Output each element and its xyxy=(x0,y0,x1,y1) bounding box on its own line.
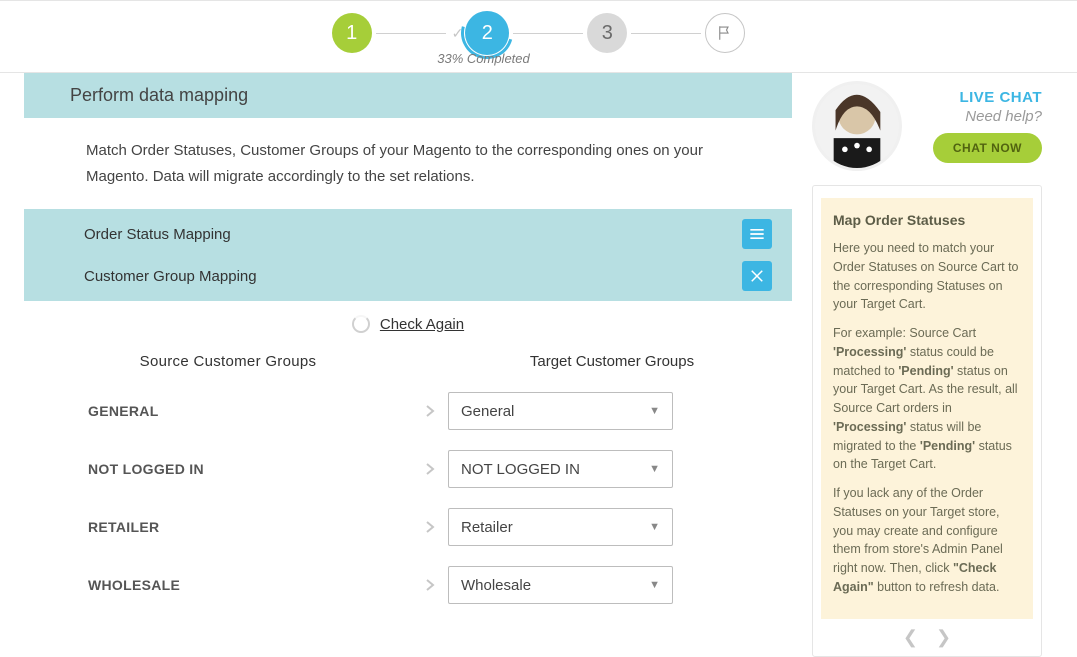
select-value: Wholesale xyxy=(461,577,531,594)
tab-order-status[interactable]: Order Status Mapping xyxy=(84,226,231,243)
chevron-right-icon xyxy=(425,462,435,476)
target-column-header: Target Customer Groups xyxy=(412,353,772,370)
help-paragraph: Here you need to match your Order Status… xyxy=(833,239,1021,314)
refresh-icon xyxy=(352,315,370,333)
progress-label: 33% Completed xyxy=(0,51,1022,66)
step-2-current[interactable]: 2 xyxy=(465,11,509,55)
help-paragraph: If you lack any of the Order Statuses on… xyxy=(833,484,1021,597)
help-paragraph: For example: Source Cart 'Processing' st… xyxy=(833,324,1021,474)
select-value: Retailer xyxy=(461,519,513,536)
source-group-label: WHOLESALE xyxy=(44,577,412,593)
caret-down-icon: ▼ xyxy=(649,521,660,533)
mapping-row: GENERAL General ▼ xyxy=(44,382,772,440)
collapse-button[interactable] xyxy=(742,261,772,291)
expand-button[interactable] xyxy=(742,219,772,249)
live-chat-widget: LIVE CHAT Need help? CHAT NOW xyxy=(812,81,1042,171)
step-1[interactable]: 1 xyxy=(332,13,372,53)
avatar xyxy=(812,81,902,171)
live-chat-subtitle: Need help? xyxy=(912,108,1042,125)
check-again-link[interactable]: Check Again xyxy=(380,316,464,333)
step-3[interactable]: 3 xyxy=(587,13,627,53)
step-connector xyxy=(631,33,701,34)
target-group-select[interactable]: General ▼ xyxy=(448,392,673,430)
source-group-label: GENERAL xyxy=(44,403,412,419)
step-connector xyxy=(513,33,583,34)
chevron-right-icon xyxy=(425,520,435,534)
live-chat-title: LIVE CHAT xyxy=(912,89,1042,106)
tab-customer-group[interactable]: Customer Group Mapping xyxy=(84,268,257,285)
section-description: Match Order Statuses, Customer Groups of… xyxy=(24,118,792,209)
help-next-button[interactable]: ❯ xyxy=(936,627,951,648)
mapping-row: RETAILER Retailer ▼ xyxy=(44,498,772,556)
wizard-stepper: 1 ✓ 2 3 33% Completed xyxy=(0,0,1077,73)
select-value: General xyxy=(461,403,514,420)
source-group-label: NOT LOGGED IN xyxy=(44,461,412,477)
source-column-header: Source Customer Groups xyxy=(44,353,412,370)
menu-icon xyxy=(747,224,767,244)
chevron-right-icon xyxy=(425,578,435,592)
target-group-select[interactable]: NOT LOGGED IN ▼ xyxy=(448,450,673,488)
chat-now-button[interactable]: CHAT NOW xyxy=(933,133,1042,163)
section-title: Perform data mapping xyxy=(24,73,792,118)
mapping-row: WHOLESALE Wholesale ▼ xyxy=(44,556,772,614)
source-group-label: RETAILER xyxy=(44,519,412,535)
caret-down-icon: ▼ xyxy=(649,405,660,417)
help-prev-button[interactable]: ❮ xyxy=(903,627,918,648)
target-group-select[interactable]: Retailer ▼ xyxy=(448,508,673,546)
mapping-row: NOT LOGGED IN NOT LOGGED IN ▼ xyxy=(44,440,772,498)
caret-down-icon: ▼ xyxy=(649,463,660,475)
close-icon xyxy=(748,267,766,285)
step-finish[interactable] xyxy=(705,13,745,53)
help-panel: Map Order Statuses Here you need to matc… xyxy=(812,185,1042,657)
step-connector xyxy=(376,33,446,34)
help-title: Map Order Statuses xyxy=(833,210,1021,231)
chevron-right-icon xyxy=(425,404,435,418)
flag-icon xyxy=(716,24,734,42)
target-group-select[interactable]: Wholesale ▼ xyxy=(448,566,673,604)
select-value: NOT LOGGED IN xyxy=(461,461,580,478)
caret-down-icon: ▼ xyxy=(649,579,660,591)
